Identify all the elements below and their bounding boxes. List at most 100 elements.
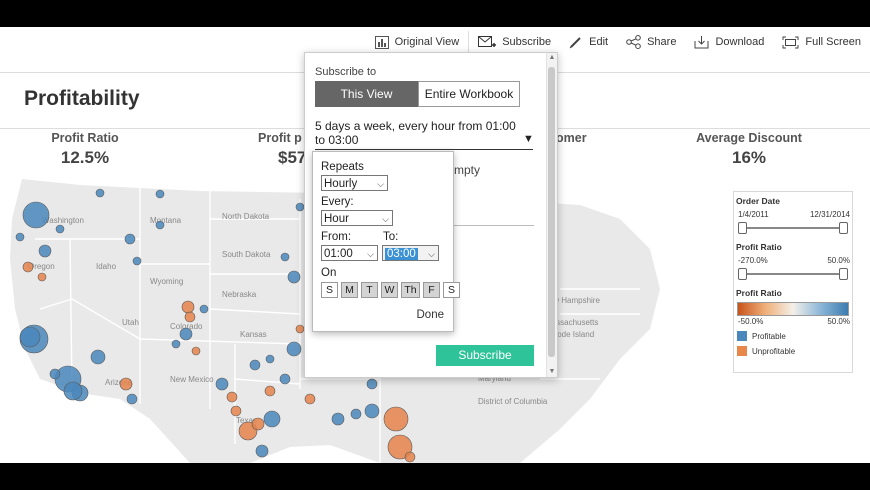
day-toggle-wednesday[interactable]: W — [381, 282, 398, 298]
profitable-city-bubble[interactable] — [280, 252, 290, 262]
kpi-label: Average Discount — [696, 131, 802, 145]
subscribe-button[interactable]: Subscribe — [436, 345, 534, 366]
unprofitable-city-bubble[interactable] — [226, 391, 238, 403]
schedule-dropdown-arrow-icon[interactable]: ▼ — [523, 133, 534, 145]
profitable-city-bubble[interactable] — [90, 349, 106, 365]
unprofitable-city-bubble[interactable] — [251, 417, 265, 431]
every-select[interactable]: Hour ⌵ — [321, 210, 393, 226]
dialog-scrollbar[interactable]: ▲ ▼ — [546, 53, 557, 377]
profitable-city-bubble[interactable] — [124, 233, 136, 245]
to-label: To: — [383, 231, 399, 243]
scroll-down-arrow-icon[interactable]: ▼ — [547, 367, 557, 377]
profitable-city-bubble[interactable] — [95, 188, 105, 198]
legend-unprofitable[interactable]: Unprofitable — [734, 341, 852, 356]
slider-handle-start[interactable] — [738, 222, 747, 234]
profitable-city-bubble[interactable] — [255, 444, 269, 458]
profitable-city-bubble[interactable] — [171, 339, 181, 349]
color-ramp-min: -50.0% — [738, 317, 764, 326]
edit-button[interactable]: Edit — [560, 27, 617, 57]
kpi-label: Profit Ratio — [51, 131, 119, 145]
day-toggle-thursday[interactable]: Th — [401, 282, 420, 298]
share-button[interactable]: Share — [617, 27, 685, 57]
entire-workbook-option[interactable]: Entire Workbook — [418, 81, 520, 107]
profitable-city-bubble[interactable] — [49, 368, 61, 380]
profitable-city-bubble[interactable] — [22, 201, 50, 229]
profitable-city-bubble[interactable] — [286, 341, 302, 357]
profitable-city-bubble[interactable] — [155, 220, 165, 230]
profitable-city-bubble[interactable] — [19, 326, 41, 348]
unprofitable-city-bubble[interactable] — [22, 261, 34, 273]
day-toggle-sunday[interactable]: S — [321, 282, 338, 298]
repeat-schedule-popup: Repeats Hourly ⌵ Every: Hour ⌵ From: To:… — [312, 151, 460, 332]
unprofitable-city-bubble[interactable] — [191, 346, 201, 356]
profitable-city-bubble[interactable] — [279, 373, 291, 385]
unprofitable-city-bubble[interactable] — [304, 393, 316, 405]
scroll-up-arrow-icon[interactable]: ▲ — [547, 53, 557, 63]
profitable-city-bubble[interactable] — [287, 270, 301, 284]
profitable-city-bubble[interactable] — [132, 256, 142, 266]
unprofitable-city-bubble[interactable] — [37, 272, 47, 282]
unprofitable-city-bubble[interactable] — [383, 406, 409, 432]
profitable-city-bubble[interactable] — [15, 232, 25, 242]
from-time-select[interactable]: 01:00 ⌵ — [321, 245, 378, 261]
unprofitable-city-bubble[interactable] — [119, 377, 133, 391]
profitable-city-bubble[interactable] — [215, 377, 229, 391]
subscribe-scope-toggle: This View Entire Workbook — [315, 81, 520, 107]
unprofitable-city-bubble[interactable] — [184, 311, 196, 323]
profitable-city-bubble[interactable] — [249, 359, 261, 371]
from-label: From: — [321, 231, 352, 243]
profitable-city-bubble[interactable] — [155, 189, 165, 199]
profitable-city-bubble[interactable] — [265, 354, 275, 364]
profitable-swatch — [737, 331, 747, 341]
day-toggle-monday[interactable]: M — [341, 282, 358, 298]
slider-handle-end[interactable] — [839, 268, 848, 280]
repeats-select[interactable]: Hourly ⌵ — [321, 175, 388, 191]
state-label: Utah — [122, 318, 139, 327]
profitable-city-bubble[interactable] — [63, 381, 83, 401]
full-screen-button[interactable]: Full Screen — [773, 27, 870, 57]
profitable-city-bubble[interactable] — [199, 304, 209, 314]
full-screen-label: Full Screen — [805, 36, 861, 48]
color-ramp-max: 50.0% — [827, 317, 850, 326]
unprofitable-city-bubble[interactable] — [295, 324, 305, 334]
filter-legend-panel: Order Date 1/4/2011 12/31/2014 Profit Ra… — [733, 191, 853, 373]
day-toggle-saturday[interactable]: S — [443, 282, 460, 298]
done-button[interactable]: Done — [417, 309, 445, 321]
order-date-range: 1/4/2011 12/31/2014 — [734, 206, 852, 219]
this-view-option[interactable]: This View — [315, 81, 418, 107]
slider-track — [742, 227, 844, 229]
share-icon — [626, 35, 641, 49]
profit-ratio-slider[interactable] — [738, 268, 848, 280]
profitable-city-bubble[interactable] — [55, 224, 65, 234]
order-date-slider[interactable] — [738, 222, 848, 234]
pencil-icon — [569, 37, 581, 49]
profitable-city-bubble[interactable] — [295, 202, 305, 212]
profitable-city-bubble[interactable] — [331, 412, 345, 426]
profitable-city-bubble[interactable] — [350, 408, 362, 420]
slider-handle-start[interactable] — [738, 268, 747, 280]
slider-handle-end[interactable] — [839, 222, 848, 234]
unprofitable-city-bubble[interactable] — [264, 385, 276, 397]
profitable-city-bubble[interactable] — [179, 327, 193, 341]
field-underline — [454, 225, 534, 226]
profitable-city-bubble[interactable] — [38, 244, 52, 258]
to-time-select[interactable]: 03:00 ⌵ — [382, 245, 439, 261]
weekday-picker: S M T W Th F S — [321, 282, 463, 298]
legend-profitable[interactable]: Profitable — [734, 326, 852, 341]
day-toggle-tuesday[interactable]: T — [361, 282, 378, 298]
download-button[interactable]: Download — [685, 27, 773, 57]
scrollbar-thumb[interactable] — [548, 67, 555, 357]
unprofitable-city-bubble[interactable] — [404, 451, 416, 463]
state-label: New Mexico — [170, 375, 214, 384]
day-toggle-friday[interactable]: F — [423, 282, 440, 298]
chevron-down-icon: ⌵ — [382, 214, 389, 224]
schedule-dropdown[interactable]: 5 days a week, every hour from 01:00 to … — [315, 119, 525, 147]
profitable-city-bubble[interactable] — [263, 410, 281, 428]
profitable-city-bubble[interactable] — [366, 378, 378, 390]
profitable-city-bubble[interactable] — [126, 393, 138, 405]
color-ramp-range: -50.0% 50.0% — [734, 316, 852, 326]
profitable-city-bubble[interactable] — [364, 403, 380, 419]
unprofitable-city-bubble[interactable] — [181, 300, 195, 314]
unprofitable-city-bubble[interactable] — [230, 405, 242, 417]
subscribe-to-label: Subscribe to — [315, 66, 377, 78]
